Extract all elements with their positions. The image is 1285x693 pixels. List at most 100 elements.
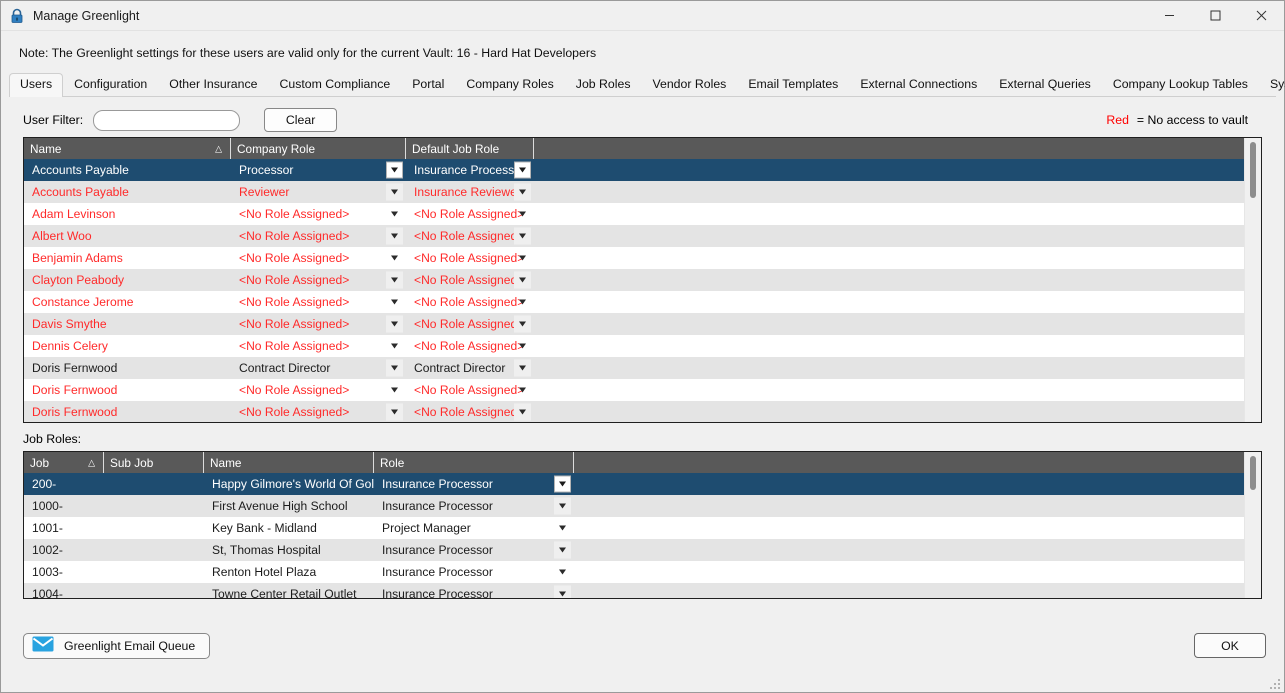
chevron-down-icon[interactable] <box>514 250 531 267</box>
users-grid-row[interactable]: Davis Smythe <No Role Assigned> <No Role A… <box>24 313 1261 335</box>
job-roles-grid-row[interactable]: 1004- Towne Center Retail Outlet Insurance… <box>24 583 1261 598</box>
tab-custom-compliance[interactable]: Custom Compliance <box>268 73 401 96</box>
job-roles-grid-filler-cell <box>574 539 1261 561</box>
chevron-down-icon[interactable] <box>386 161 403 179</box>
default-job-role-cell-text: Insurance Reviewer <box>414 185 521 199</box>
job-roles-grid-column-header[interactable]: Sub Job <box>104 452 204 473</box>
users-grid-header: Name △ Company Role Default Job Role <box>24 138 1261 159</box>
chevron-down-icon[interactable] <box>386 382 403 399</box>
tab-other-insurance[interactable]: Other Insurance <box>158 73 268 96</box>
users-grid-column-header[interactable]: Name △ <box>24 138 231 159</box>
users-grid-row[interactable]: Accounts Payable Reviewer Insurance Review… <box>24 181 1261 203</box>
maximize-button[interactable] <box>1192 1 1238 31</box>
tab-vendor-roles[interactable]: Vendor Roles <box>641 73 737 96</box>
users-grid[interactable]: Name △ Company Role Default Job Role Accoun… <box>23 137 1262 423</box>
company-role-cell-text: <No Role Assigned> <box>239 295 350 309</box>
chevron-down-icon[interactable] <box>386 403 403 421</box>
tab-external-connections[interactable]: External Connections <box>849 73 988 96</box>
default-job-role-cell-text: <No Role Assigned> <box>414 295 525 309</box>
job-roles-grid-scrollbar[interactable] <box>1244 452 1261 598</box>
chevron-down-icon[interactable] <box>554 585 571 598</box>
close-button[interactable] <box>1238 1 1284 31</box>
chevron-down-icon[interactable] <box>386 338 403 355</box>
job-roles-grid-column-header[interactable]: Job △ <box>24 452 104 473</box>
chevron-down-icon[interactable] <box>386 315 403 333</box>
job-roles-grid-column-header[interactable]: Name <box>204 452 374 473</box>
users-grid-row[interactable]: Constance Jerome <No Role Assigned> <No Ro… <box>24 291 1261 313</box>
users-grid-column-header[interactable] <box>534 138 1261 159</box>
job-cell: 1004- <box>24 583 104 598</box>
chevron-down-icon[interactable] <box>514 359 531 377</box>
chevron-down-icon[interactable] <box>554 564 571 581</box>
chevron-down-icon[interactable] <box>514 338 531 355</box>
user-name-cell-text: Accounts Payable <box>32 185 129 199</box>
chevron-down-icon[interactable] <box>386 294 403 311</box>
chevron-down-icon[interactable] <box>554 541 571 559</box>
chevron-down-icon[interactable] <box>514 183 531 201</box>
job-roles-grid-column-header[interactable]: Role <box>374 452 574 473</box>
tab-users[interactable]: Users <box>9 73 64 97</box>
users-grid-filler-cell <box>534 159 1261 181</box>
users-grid-row[interactable]: Clayton Peabody <No Role Assigned> <No Rol… <box>24 269 1261 291</box>
chevron-down-icon[interactable] <box>554 475 571 493</box>
tab-portal[interactable]: Portal <box>401 73 455 96</box>
user-name-cell: Doris Fernwood <box>24 379 231 401</box>
tab-configuration[interactable]: Configuration <box>63 73 158 96</box>
tab-external-queries[interactable]: External Queries <box>988 73 1102 96</box>
job-roles-grid-column-header[interactable] <box>574 452 1261 473</box>
job-roles-grid-row[interactable]: 1001- Key Bank - Midland Project Manager <box>24 517 1261 539</box>
users-grid-row[interactable]: Benjamin Adams <No Role Assigned> <No Role… <box>24 247 1261 269</box>
users-grid-scroll-thumb[interactable] <box>1250 142 1256 198</box>
users-grid-scrollbar[interactable] <box>1244 138 1261 422</box>
job-roles-grid-row[interactable]: 200- Happy Gilmore's World Of Golf Insuran… <box>24 473 1261 495</box>
users-grid-row[interactable]: Doris Fernwood Contract Director Contract … <box>24 357 1261 379</box>
users-grid-row[interactable]: Accounts Payable Processor Insurance Proce… <box>24 159 1261 181</box>
chevron-down-icon[interactable] <box>514 403 531 421</box>
users-grid-row[interactable]: Adam Levinson <No Role Assigned> <No Role … <box>24 203 1261 225</box>
chevron-down-icon[interactable] <box>514 206 531 223</box>
minimize-button[interactable] <box>1146 1 1192 31</box>
chevron-down-icon[interactable] <box>514 294 531 311</box>
default-job-role-cell: <No Role Assigned> <box>406 291 534 313</box>
tab-system-lookup-tables[interactable]: System Lookup Tables <box>1259 73 1285 96</box>
chevron-down-icon[interactable] <box>514 382 531 399</box>
tab-company-lookup-tables[interactable]: Company Lookup Tables <box>1102 73 1259 96</box>
job-role-cell: Insurance Processor <box>374 583 574 598</box>
users-grid-filler-cell <box>534 335 1261 357</box>
chevron-down-icon[interactable] <box>386 359 403 377</box>
tab-job-roles[interactable]: Job Roles <box>565 73 642 96</box>
chevron-down-icon[interactable] <box>554 520 571 537</box>
chevron-down-icon[interactable] <box>386 271 403 289</box>
chevron-down-icon[interactable] <box>514 315 531 333</box>
clear-button[interactable]: Clear <box>264 108 338 132</box>
chevron-down-icon[interactable] <box>514 227 531 245</box>
users-grid-column-header[interactable]: Default Job Role <box>406 138 534 159</box>
job-role-cell-text: Insurance Processor <box>382 543 493 557</box>
greenlight-email-queue-button[interactable]: Greenlight Email Queue <box>23 632 211 659</box>
chevron-down-icon[interactable] <box>514 161 531 179</box>
chevron-down-icon[interactable] <box>386 250 403 267</box>
job-name-cell-text: Renton Hotel Plaza <box>212 565 317 579</box>
tab-company-roles[interactable]: Company Roles <box>455 73 564 96</box>
job-roles-grid-row[interactable]: 1000- First Avenue High School Insurance P… <box>24 495 1261 517</box>
users-grid-column-header[interactable]: Company Role <box>231 138 406 159</box>
users-grid-filler-cell <box>534 401 1261 422</box>
users-grid-row[interactable]: Dennis Celery <No Role Assigned> <No Role … <box>24 335 1261 357</box>
users-grid-row[interactable]: Doris Fernwood <No Role Assigned> <No Role… <box>24 379 1261 401</box>
tab-email-templates[interactable]: Email Templates <box>737 73 849 96</box>
job-roles-grid-column-header-label: Sub Job <box>110 455 154 470</box>
job-roles-grid-row[interactable]: 1002- St, Thomas Hospital Insurance Proces… <box>24 539 1261 561</box>
chevron-down-icon[interactable] <box>514 271 531 289</box>
ok-button[interactable]: OK <box>1194 633 1266 658</box>
users-grid-row[interactable]: Doris Fernwood <No Role Assigned> <No Role… <box>24 401 1261 422</box>
chevron-down-icon[interactable] <box>386 227 403 245</box>
users-grid-row[interactable]: Albert Woo <No Role Assigned> <No Role Ass… <box>24 225 1261 247</box>
chevron-down-icon[interactable] <box>386 183 403 201</box>
job-roles-grid[interactable]: Job △ Sub Job Name Role 200- Happy Gilmore's … <box>23 451 1262 599</box>
chevron-down-icon[interactable] <box>554 497 571 515</box>
job-roles-grid-scroll-thumb[interactable] <box>1250 456 1256 490</box>
chevron-down-icon[interactable] <box>386 206 403 223</box>
job-roles-grid-row[interactable]: 1003- Renton Hotel Plaza Insurance Process… <box>24 561 1261 583</box>
resize-grip[interactable] <box>1268 677 1280 689</box>
user-filter-input[interactable] <box>93 109 241 131</box>
